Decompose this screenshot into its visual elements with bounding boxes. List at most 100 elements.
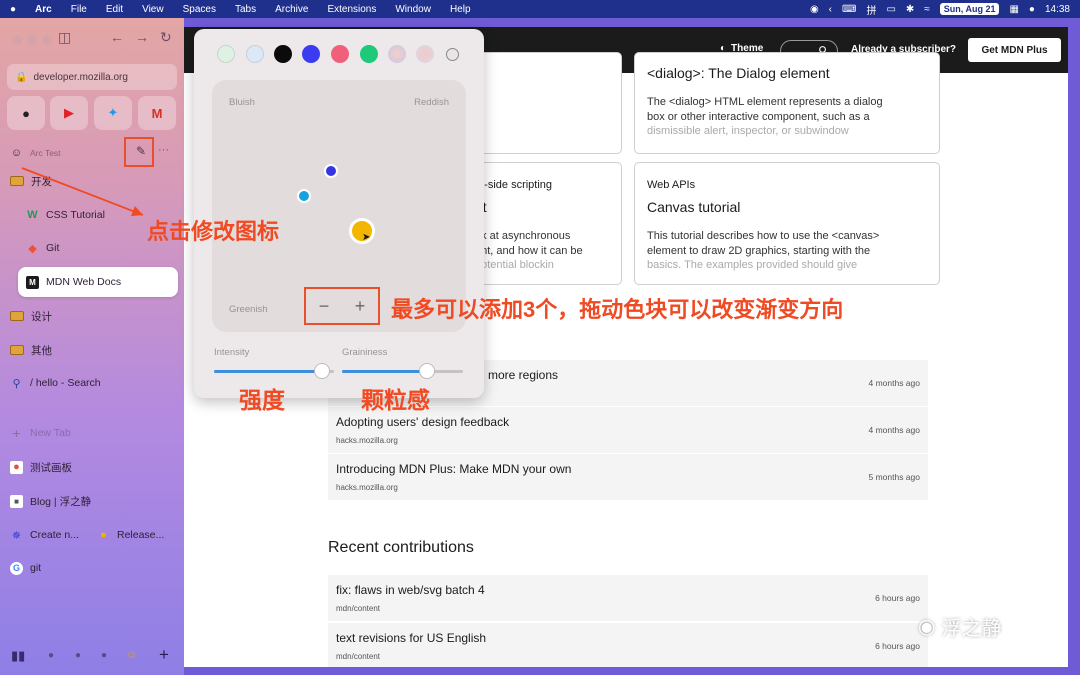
menu-edit[interactable]: Edit (106, 4, 123, 15)
swatch-black[interactable] (274, 45, 292, 63)
remove-color-button[interactable]: − (319, 296, 330, 317)
url-text: developer.mozilla.org (33, 71, 128, 83)
add-color-button[interactable]: + (355, 296, 366, 317)
reload-icon[interactable]: ↻ (160, 29, 172, 46)
swatch-custom[interactable] (446, 48, 459, 61)
more-options-icon[interactable]: ··· (158, 144, 169, 156)
google-icon: G (10, 561, 23, 575)
swatch-green[interactable] (360, 45, 378, 63)
window-zoom-button[interactable] (42, 35, 52, 45)
favorite-gmail[interactable]: M (138, 96, 176, 130)
space-dot-icon[interactable]: ● (101, 650, 107, 661)
color-handle-blue[interactable] (324, 164, 338, 178)
sidebar-item-blog[interactable]: ■ Blog | 浮之静 (10, 491, 91, 511)
sidebar-toggle-icon[interactable]: ◫ (58, 29, 71, 46)
watermark: ◉ 浮之静 (918, 612, 1001, 641)
siri-icon[interactable]: ● (1029, 4, 1035, 15)
intensity-slider-thumb[interactable] (314, 363, 330, 379)
sidebar-item-css-tutorial[interactable]: W CSS Tutorial (26, 205, 105, 225)
sidebar-item-canvas[interactable]: ● 测试画板 (10, 457, 72, 477)
news-headline: more regions (488, 368, 559, 382)
url-bar[interactable]: 🔒 developer.mozilla.org (7, 64, 177, 90)
window-close-button[interactable] (12, 35, 22, 45)
battery-icon[interactable]: ▭ (886, 4, 895, 15)
favorite-twitter[interactable]: ✦ (94, 96, 132, 130)
sidebar-item-mdn[interactable]: M MDN Web Docs (26, 272, 121, 292)
menu-view[interactable]: View (142, 4, 164, 15)
label-bluish: Bluish (229, 97, 255, 108)
window-minimize-button[interactable] (27, 35, 37, 45)
sidebar-folder-design[interactable]: 设计 (10, 306, 52, 326)
wifi-icon[interactable]: ≈ (924, 4, 930, 15)
sidebar-item-create[interactable]: ✵ Create n... (10, 525, 79, 545)
space-header[interactable]: ☺ Arc Test (10, 143, 61, 163)
git-icon: ◆ (28, 242, 37, 255)
youtube-icon: ▶ (64, 105, 74, 120)
intensity-label: Intensity (214, 347, 250, 358)
menu-spaces[interactable]: Spaces (183, 4, 216, 15)
sidebar-folder-dev[interactable]: 开发 (10, 171, 52, 191)
menu-archive[interactable]: Archive (275, 4, 308, 15)
control-center-icon[interactable]: ▦ (1009, 4, 1018, 15)
library-icon[interactable]: ▮▮ (11, 648, 25, 664)
sidebar-item-git[interactable]: ◆ Git (26, 238, 59, 258)
menu-tabs[interactable]: Tabs (235, 4, 256, 15)
keyboard-icon[interactable]: ⌨ (842, 4, 856, 15)
chevron-left-icon[interactable]: ‹ (829, 4, 832, 15)
label-reddish: Reddish (414, 97, 449, 108)
menu-arc[interactable]: Arc (35, 4, 52, 15)
add-space-button[interactable]: + (159, 645, 169, 665)
sidebar-item-label: New Tab (30, 427, 71, 439)
article-card[interactable]: Web APIs Canvas tutorial This tutorial d… (634, 162, 940, 285)
sidebar-item-search[interactable]: ⚲ / hello - Search (10, 373, 100, 393)
space-dot-icon[interactable]: ● (75, 650, 81, 661)
news-item[interactable]: Introducing MDN Plus: Make MDN your own … (328, 454, 928, 500)
back-arrow-icon[interactable]: ← (110, 29, 124, 45)
swatch-gradient-2[interactable] (416, 45, 434, 63)
sidebar-item-google-git[interactable]: G git (10, 558, 41, 578)
menu-file[interactable]: File (71, 4, 87, 15)
lock-icon: 🔒 (15, 71, 28, 83)
article-card[interactable]: <dialog>: The Dialog element The <dialog… (634, 52, 940, 154)
contribution-item[interactable]: fix: flaws in web/svg batch 4 mdn/conten… (328, 575, 928, 621)
annotation-add-colors: 最多可以添加3个，拖动色块可以改变渐变方向 (391, 297, 844, 322)
blog-icon: ■ (10, 494, 23, 508)
space-emoji-icon[interactable]: ☺ (10, 147, 23, 160)
swatch-mint[interactable] (217, 45, 235, 63)
clock[interactable]: 14:38 (1045, 4, 1070, 15)
wechat-icon[interactable]: ◉ (810, 4, 819, 15)
ime-indicator[interactable]: 拼 (866, 2, 876, 17)
menu-extensions[interactable]: Extensions (327, 4, 376, 15)
forward-arrow-icon[interactable]: → (135, 29, 149, 45)
card-line: ant, and how it can be (475, 244, 583, 257)
menu-help[interactable]: Help (450, 4, 471, 15)
favorite-youtube[interactable]: ▶ (50, 96, 88, 130)
color-handle-cyan[interactable] (297, 189, 311, 203)
swatch-light-blue[interactable] (246, 45, 264, 63)
swatch-pink[interactable] (331, 45, 349, 63)
space-dot-icon[interactable]: ● (48, 650, 54, 661)
bluetooth-icon[interactable]: ✱ (906, 4, 914, 15)
card-description: ok at asynchronous ant, and how it can b… (475, 229, 621, 273)
sidebar-folder-other[interactable]: 其他 (10, 340, 52, 360)
plus-icon: + (12, 425, 21, 441)
get-mdn-plus-button[interactable]: Get MDN Plus (968, 38, 1061, 62)
contribution-item[interactable]: text revisions for US English mdn/conten… (328, 623, 928, 667)
space-emoji-icon[interactable]: ☺ (126, 649, 137, 661)
sidebar-item-release[interactable]: ● Release... (97, 525, 164, 545)
graininess-slider-thumb[interactable] (418, 363, 435, 379)
card-category: nt-side scripting (475, 179, 553, 191)
news-headline: Introducing MDN Plus: Make MDN your own (336, 462, 572, 476)
menu-window[interactable]: Window (395, 4, 431, 15)
swatch-gradient-1[interactable] (388, 45, 406, 63)
apple-menu-icon[interactable]: ● (10, 4, 16, 15)
new-tab-button[interactable]: + New Tab (10, 423, 71, 443)
contribution-time: 6 hours ago (875, 641, 920, 651)
swatch-blue[interactable] (302, 45, 320, 63)
favorite-github[interactable]: ● (7, 96, 45, 130)
twitter-icon: ✦ (107, 105, 119, 120)
card-title: Canvas tutorial (647, 199, 741, 215)
news-time: 4 months ago (868, 425, 920, 435)
space-name: Arc Test (30, 148, 61, 158)
date-display[interactable]: Sun, Aug 21 (939, 3, 1000, 15)
